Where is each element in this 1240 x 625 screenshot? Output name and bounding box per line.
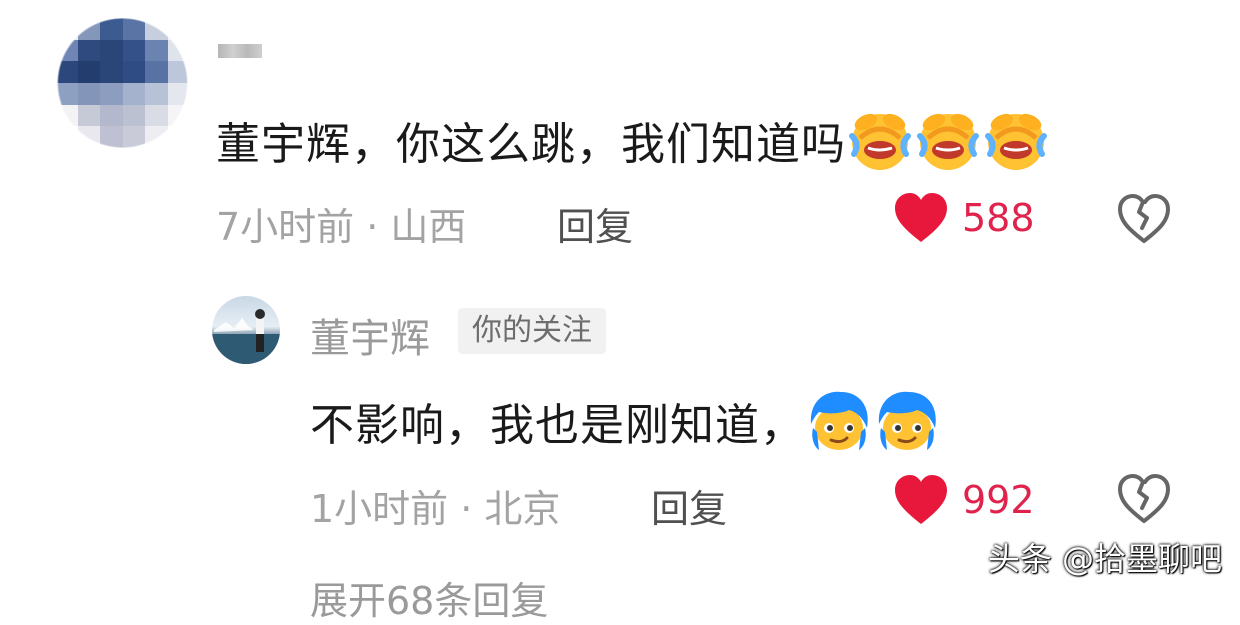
reply-text: 不影响，我也是刚知道， xyxy=(310,400,805,451)
reply-time-location: 1小时前 · 北京 xyxy=(310,487,561,531)
username-blurred[interactable] xyxy=(218,44,262,58)
like-button[interactable] xyxy=(893,192,949,248)
broken-heart-icon xyxy=(1118,474,1170,523)
heart-icon xyxy=(895,193,947,242)
dislike-button[interactable] xyxy=(1117,194,1171,248)
reply-avatar[interactable] xyxy=(212,296,280,364)
person-photo-icon xyxy=(212,309,280,364)
heart-icon xyxy=(895,475,947,524)
like-count: 588 xyxy=(962,196,1035,240)
reply-button[interactable]: 回复 xyxy=(557,196,633,251)
avatar[interactable] xyxy=(55,18,190,148)
comment-text: 董宇辉，你这么跳，我们知道吗 xyxy=(216,119,846,170)
laugh-cry-emoji-icon xyxy=(846,108,914,186)
reply-username[interactable]: 董宇辉 xyxy=(310,306,430,364)
watermark: 头条 @拾墨聊吧 xyxy=(987,540,1222,578)
expand-replies-link[interactable]: 展开68条回复 xyxy=(310,570,548,625)
following-badge: 你的关注 xyxy=(458,308,606,354)
comment-time-location: 7小时前 · 山西 xyxy=(216,205,467,249)
laugh-cry-emoji-icon xyxy=(914,108,982,186)
reply-body: 不影响，我也是刚知道， xyxy=(310,388,941,468)
broken-heart-icon xyxy=(1118,194,1170,243)
blue-hair-smirk-emoji-icon xyxy=(873,388,941,468)
reply-like-count: 992 xyxy=(962,478,1035,522)
reply-dislike-button[interactable] xyxy=(1117,474,1171,528)
comment-body: 董宇辉，你这么跳，我们知道吗 xyxy=(216,108,1050,186)
laugh-cry-emoji-icon xyxy=(982,108,1050,186)
blue-hair-smirk-emoji-icon xyxy=(805,388,873,468)
reply-like-button[interactable] xyxy=(893,474,949,530)
reply-reply-button[interactable]: 回复 xyxy=(651,478,727,533)
